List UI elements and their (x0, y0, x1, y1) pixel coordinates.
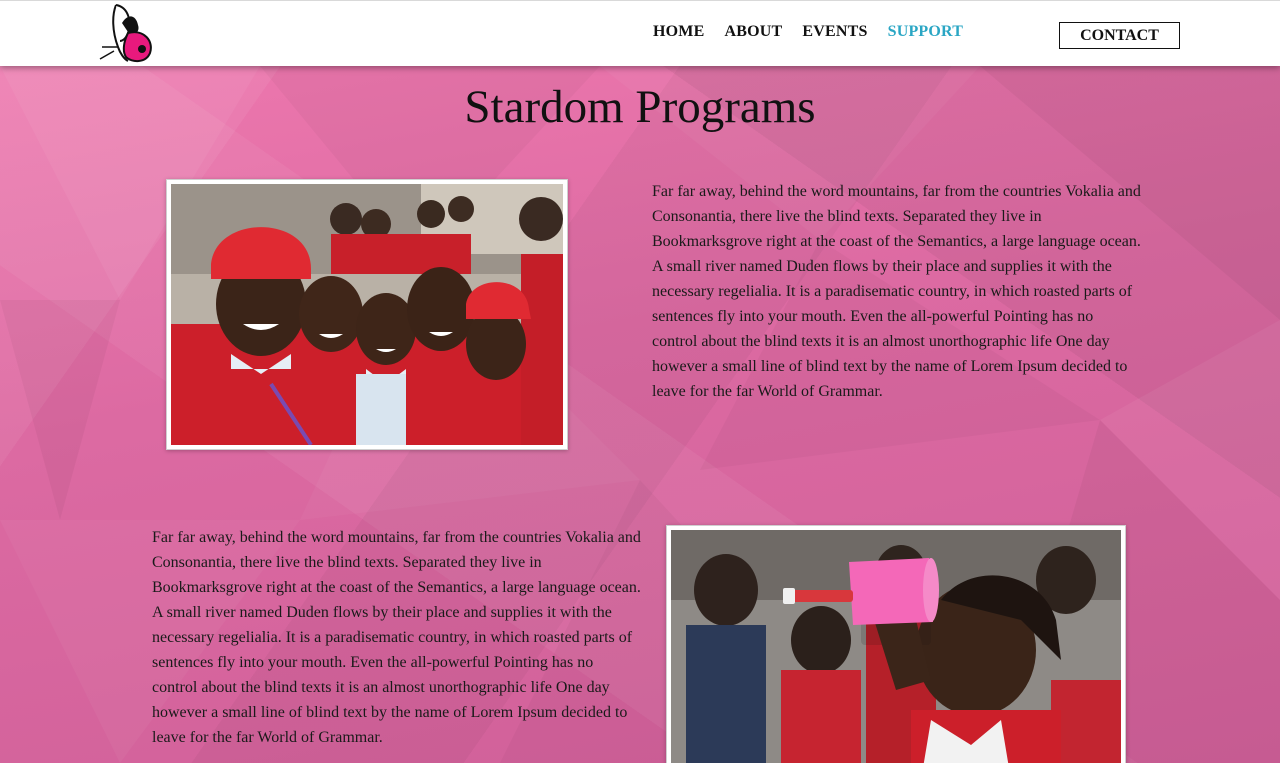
page-title: Stardom Programs (464, 81, 816, 133)
nav-support[interactable]: SUPPORT (888, 23, 964, 41)
girl-drinking-photo (671, 530, 1121, 763)
contact-button[interactable]: CONTACT (1059, 22, 1180, 49)
program-photo-2 (666, 525, 1126, 763)
nav-about[interactable]: ABOUT (724, 23, 782, 41)
program-description-2: Far far away, behind the word mountains,… (152, 529, 641, 746)
site-header: HOME ABOUT EVENTS SUPPORT CONTACT (0, 0, 1280, 66)
main-nav: HOME ABOUT EVENTS SUPPORT (653, 23, 963, 41)
nav-home[interactable]: HOME (653, 23, 704, 41)
program-photo-1 (166, 179, 568, 450)
nav-events[interactable]: EVENTS (802, 23, 867, 41)
butterfly-logo[interactable] (98, 1, 156, 65)
program-description-1: Far far away, behind the word mountains,… (652, 183, 1141, 400)
children-group-photo (171, 184, 563, 445)
